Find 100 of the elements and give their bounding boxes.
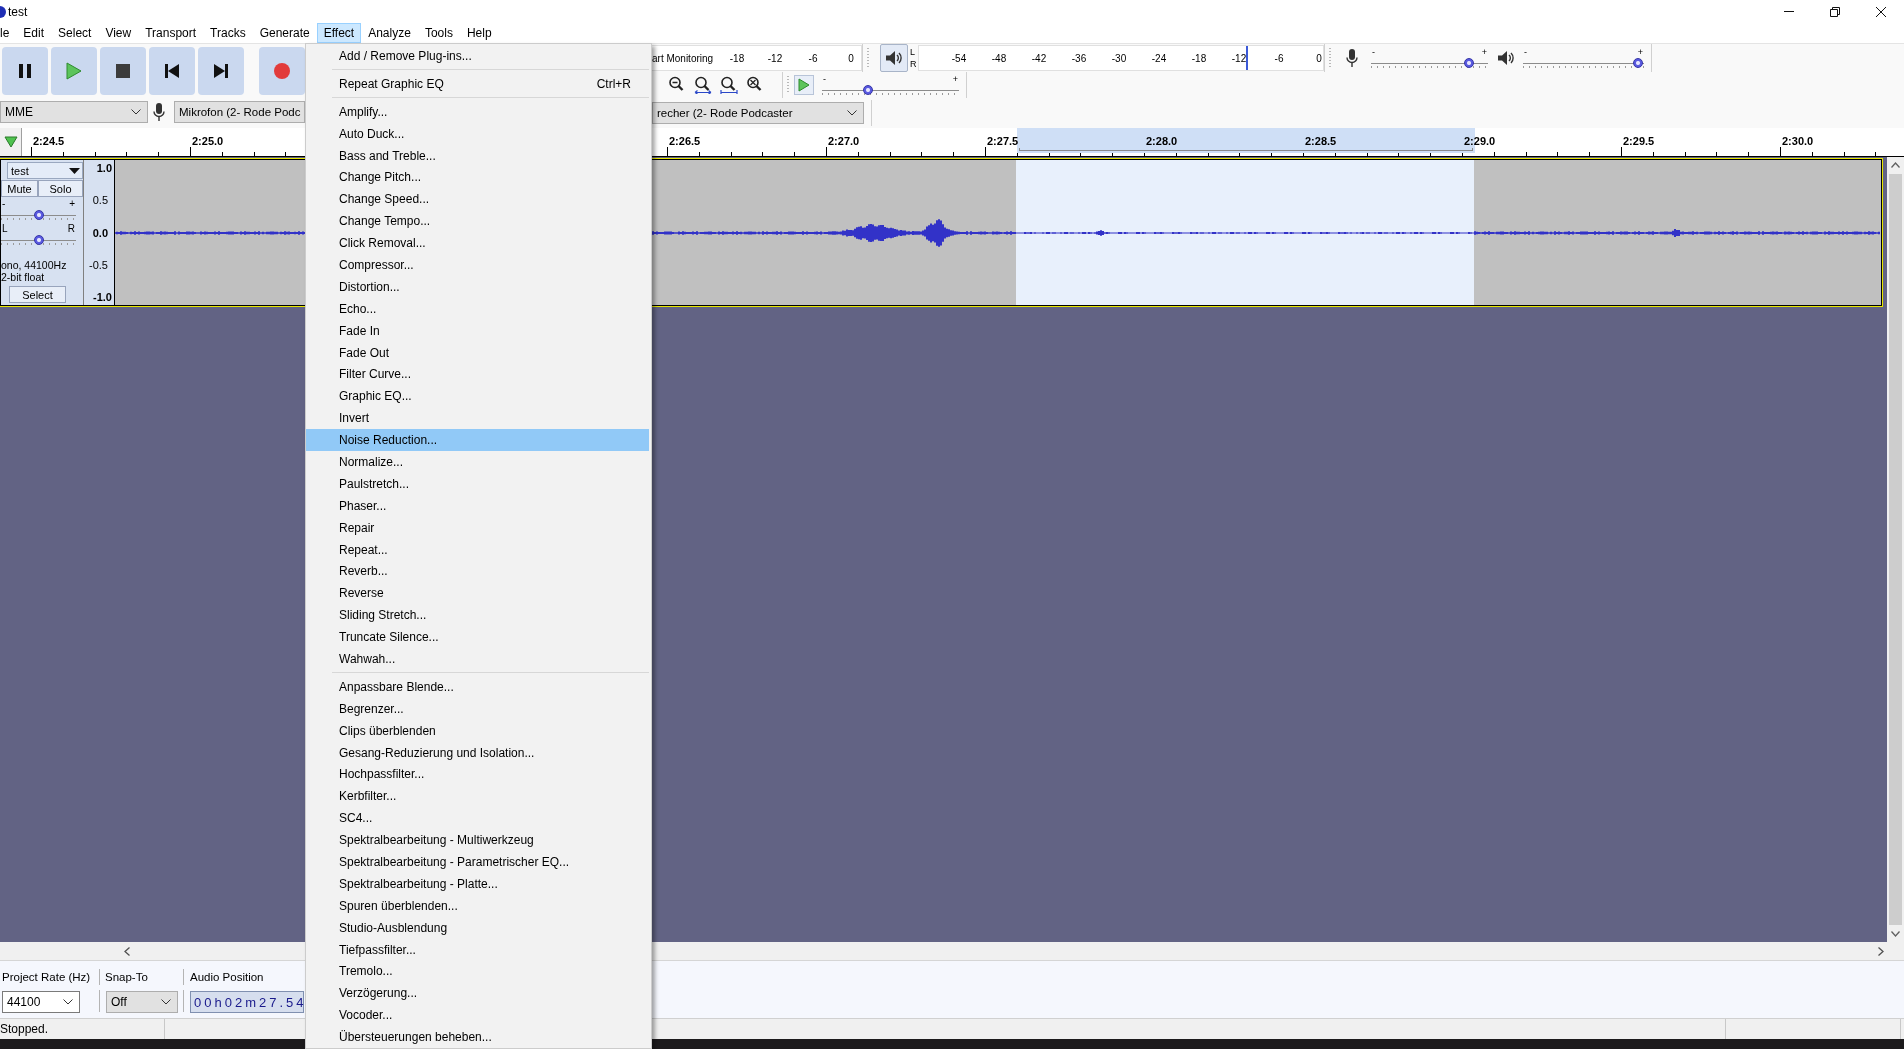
menu-item[interactable]: Gesang-Reduzierung und Isolation... (306, 741, 649, 764)
meter-tick-label: 0 (1316, 52, 1322, 64)
menu-item[interactable]: Tiefpassfilter... (306, 938, 649, 961)
menu-item[interactable]: Repeat Graphic EQ Ctrl+R (306, 72, 649, 95)
magnifier-cross-icon[interactable] (746, 76, 764, 94)
menu-item[interactable]: Amplify... (306, 100, 649, 123)
menu-item[interactable]: Noise Reduction... (306, 429, 649, 452)
menu-item[interactable]: Paulstretch... (306, 472, 649, 495)
select-button[interactable]: Select (9, 286, 66, 303)
slider-thumb[interactable] (33, 235, 44, 245)
menu-item[interactable]: Begrenzer... (306, 697, 649, 720)
menu-item[interactable]: Echo... (306, 297, 649, 320)
chevron-left-icon[interactable] (124, 946, 130, 956)
menu-item[interactable]: Filter Curve... (306, 363, 649, 386)
play-at-speed-button[interactable] (794, 75, 814, 95)
record-icon (274, 63, 290, 79)
meter-tick-label: -12 (767, 52, 783, 64)
skip-to-start-button[interactable] (149, 47, 195, 95)
menu-item[interactable]: SC4... (306, 807, 649, 830)
host-dropdown[interactable]: MME (0, 101, 148, 123)
menu-title[interactable]: Generate (252, 23, 317, 43)
menu-item[interactable]: Spektralbearbeitung - Parametrischer EQ... (306, 851, 649, 873)
project-rate-dropdown[interactable]: 44100 (2, 991, 80, 1013)
menu-item[interactable]: Clips überblenden (306, 719, 649, 742)
menu-item[interactable]: Normalize... (306, 451, 649, 473)
menu-item[interactable]: Vocoder... (306, 1004, 649, 1027)
menu-item[interactable]: Kerbfilter... (306, 785, 649, 808)
menu-item[interactable]: Change Pitch... (306, 166, 649, 189)
menu-title[interactable]: Select (51, 23, 99, 43)
slider-thumb[interactable] (862, 85, 873, 95)
track-name-dropdown[interactable]: test (7, 162, 83, 179)
menu-item[interactable]: Fade Out (306, 341, 649, 364)
menu-item[interactable]: Change Speed... (306, 188, 649, 211)
menu-item[interactable]: Change Tempo... (306, 210, 649, 233)
menu-item[interactable]: Übersteuerungen beheben... (306, 1026, 649, 1048)
menu-item[interactable]: Studio-Ausblendung (306, 916, 649, 939)
recording-device-dropdown[interactable]: Mikrofon (2- Rode Podc (174, 101, 305, 123)
menu-item[interactable]: Truncate Silence... (306, 626, 649, 649)
magnifier-arrows-icon[interactable] (694, 76, 712, 94)
menu-item[interactable]: Tremolo... (306, 960, 649, 983)
menu-item[interactable]: Click Removal... (306, 232, 649, 254)
scrollbar-thumb[interactable] (1889, 174, 1902, 925)
menu-item[interactable]: Phaser... (306, 494, 649, 517)
menu-title[interactable]: le (0, 23, 17, 43)
playback-device-dropdown[interactable]: recher (2- Rode Podcaster (652, 102, 864, 124)
menu-item[interactable]: Add / Remove Plug-ins... (306, 45, 649, 67)
menu-item[interactable]: Reverb... (306, 560, 649, 583)
vertical-scrollbar[interactable] (1887, 157, 1904, 942)
menu-item[interactable]: Compressor... (306, 254, 649, 276)
menu-title[interactable]: Transport (138, 23, 204, 43)
speaker-button[interactable] (880, 44, 908, 72)
menu-item[interactable]: Sliding Stretch... (306, 604, 649, 627)
chevron-right-icon[interactable] (1878, 946, 1884, 956)
menu-item[interactable]: Repeat... (306, 538, 649, 561)
menu-item[interactable]: Fade In (306, 319, 649, 342)
scale-label: 1.0 (96, 162, 112, 175)
slider-thumb[interactable] (1464, 58, 1475, 68)
solo-button[interactable]: Solo (38, 180, 83, 197)
menu-item[interactable]: Wahwah... (306, 648, 649, 670)
menu-title[interactable]: Tracks (203, 23, 253, 43)
stop-button[interactable] (100, 47, 146, 95)
menu-item[interactable]: Reverse (306, 582, 649, 605)
menu-item[interactable]: Graphic EQ... (306, 385, 649, 408)
slider-thumb[interactable] (1632, 58, 1643, 68)
menu-item[interactable]: Hochpassfilter... (306, 763, 649, 786)
slider-thumb[interactable] (33, 210, 44, 220)
play-icon (66, 62, 82, 80)
playback-meter[interactable]: -54 -48 -42 -36 -30 -24 -18 -12 -6 0 (918, 45, 1324, 71)
audio-position-field[interactable]: 00h02m27.54 (190, 991, 304, 1013)
menu-item[interactable]: Spektralbearbeitung - Platte... (306, 872, 649, 895)
ruler-label: 2:28.5 (1305, 135, 1337, 147)
menu-item[interactable]: Verzögerung... (306, 982, 649, 1005)
recording-meter[interactable]: art Monitoring -18 -12 -6 0 (652, 45, 862, 71)
menu-item[interactable]: Anpassbare Blende... (306, 675, 649, 698)
status-text: Stopped. (0, 1022, 49, 1036)
menu-item[interactable]: Invert (306, 407, 649, 430)
slider-min-label: - (823, 74, 826, 84)
skip-to-start-icon (165, 64, 179, 78)
snap-to-dropdown[interactable]: Off (106, 991, 178, 1013)
mute-button[interactable]: Mute (1, 180, 38, 197)
zoom-out-icon[interactable] (668, 76, 686, 94)
magnifier-bracket-icon[interactable] (720, 76, 738, 94)
menu-item[interactable]: Distortion... (306, 275, 649, 298)
meter-tick-label: -6 (1274, 52, 1284, 64)
pause-button[interactable] (2, 47, 48, 95)
skip-to-end-button[interactable] (198, 47, 244, 95)
menu-title[interactable]: Effect (316, 23, 362, 43)
menu-title[interactable]: Edit (16, 23, 52, 43)
timeline-button[interactable] (0, 128, 22, 156)
chevron-up-icon[interactable] (1891, 162, 1900, 168)
menu-item[interactable]: Spektralbearbeitung - Multiwerkzeug (306, 829, 649, 852)
record-button[interactable] (259, 47, 305, 95)
menu-item[interactable]: Repair (306, 516, 649, 539)
menu-title[interactable]: Tools (417, 23, 460, 43)
track-info-text: ono, 44100Hz (1, 259, 67, 271)
chevron-down-icon[interactable] (1891, 931, 1900, 937)
menu-title[interactable]: View (98, 23, 139, 43)
menu-title[interactable]: Help (459, 23, 499, 43)
menu-item[interactable]: Spuren überblenden... (306, 894, 649, 917)
menu-title[interactable]: Analyze (361, 23, 418, 43)
